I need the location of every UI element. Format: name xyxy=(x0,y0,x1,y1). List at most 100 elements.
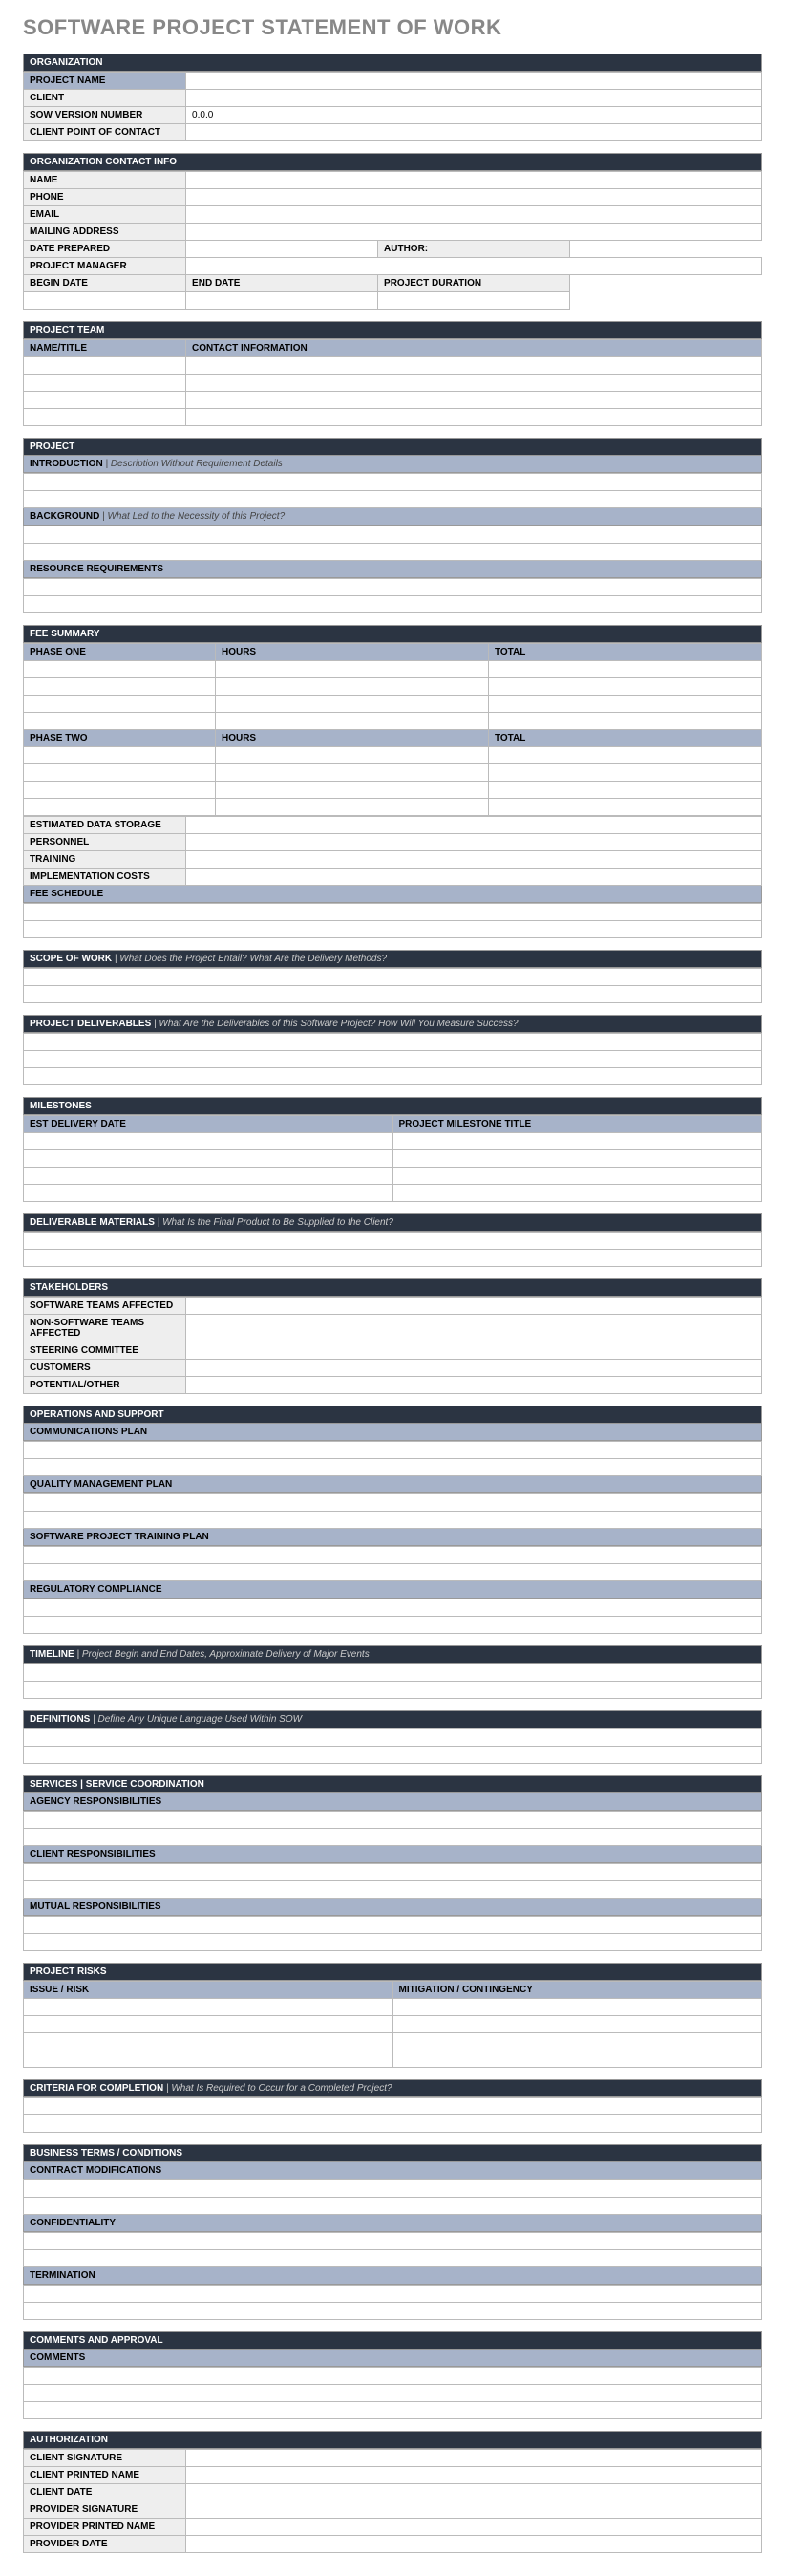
mutual-cell[interactable] xyxy=(24,1917,762,1934)
deliv-cell[interactable] xyxy=(24,1068,762,1085)
comments-cell[interactable] xyxy=(24,2368,762,2385)
fee-cell[interactable] xyxy=(215,661,488,678)
value-software-teams[interactable] xyxy=(186,1298,762,1315)
team-cell[interactable] xyxy=(24,375,186,392)
team-cell[interactable] xyxy=(186,409,762,426)
value-training[interactable] xyxy=(186,851,762,869)
fee-cell[interactable] xyxy=(488,696,761,713)
comments-cell[interactable] xyxy=(24,2402,762,2419)
value-mailing[interactable] xyxy=(186,224,762,241)
deliv-cell[interactable] xyxy=(24,1051,762,1068)
timeline-cell[interactable] xyxy=(24,1682,762,1699)
fee-cell[interactable] xyxy=(488,678,761,696)
fee-cell[interactable] xyxy=(215,799,488,816)
risk-cell[interactable] xyxy=(392,2050,762,2068)
quality-cell[interactable] xyxy=(24,1494,762,1512)
value-potential[interactable] xyxy=(186,1377,762,1394)
timeline-cell[interactable] xyxy=(24,1664,762,1682)
resource-cell[interactable] xyxy=(24,579,762,596)
milestone-cell[interactable] xyxy=(24,1168,393,1185)
value-client[interactable] xyxy=(186,90,762,107)
regulatory-cell[interactable] xyxy=(24,1599,762,1617)
fee-cell[interactable] xyxy=(488,661,761,678)
fee-schedule-cell[interactable] xyxy=(24,904,762,921)
value-date-prepared[interactable] xyxy=(186,241,378,258)
fee-cell[interactable] xyxy=(215,696,488,713)
fee-cell[interactable] xyxy=(215,713,488,730)
value-client-poc[interactable] xyxy=(186,124,762,141)
milestone-cell[interactable] xyxy=(24,1185,393,1202)
value-pm[interactable] xyxy=(186,258,762,275)
background-cell[interactable] xyxy=(24,544,762,561)
milestone-cell[interactable] xyxy=(392,1185,762,1202)
criteria-cell[interactable] xyxy=(24,2115,762,2133)
team-cell[interactable] xyxy=(24,409,186,426)
training-cell[interactable] xyxy=(24,1564,762,1581)
fee-cell[interactable] xyxy=(488,799,761,816)
regulatory-cell[interactable] xyxy=(24,1617,762,1634)
value-sow-version[interactable]: 0.0.0 xyxy=(186,107,762,124)
value-est-storage[interactable] xyxy=(186,817,762,834)
deliv-cell[interactable] xyxy=(24,1034,762,1051)
milestone-cell[interactable] xyxy=(392,1150,762,1168)
value-client-printed[interactable] xyxy=(186,2467,762,2484)
value-client-sig[interactable] xyxy=(186,2450,762,2467)
intro-cell[interactable] xyxy=(24,491,762,508)
mutual-cell[interactable] xyxy=(24,1934,762,1951)
comm-cell[interactable] xyxy=(24,1459,762,1476)
team-cell[interactable] xyxy=(186,357,762,375)
risk-cell[interactable] xyxy=(24,1999,393,2016)
contract-cell[interactable] xyxy=(24,2198,762,2215)
value-end-date[interactable] xyxy=(186,292,378,310)
comments-cell[interactable] xyxy=(24,2385,762,2402)
value-personnel[interactable] xyxy=(186,834,762,851)
risk-cell[interactable] xyxy=(24,2050,393,2068)
fee-cell[interactable] xyxy=(215,782,488,799)
client-resp-cell[interactable] xyxy=(24,1881,762,1899)
background-cell[interactable] xyxy=(24,526,762,544)
fee-cell[interactable] xyxy=(24,661,216,678)
dm-cell[interactable] xyxy=(24,1250,762,1267)
contract-cell[interactable] xyxy=(24,2180,762,2198)
fee-cell[interactable] xyxy=(488,764,761,782)
risk-cell[interactable] xyxy=(24,2016,393,2033)
term-cell[interactable] xyxy=(24,2303,762,2320)
milestone-cell[interactable] xyxy=(392,1133,762,1150)
quality-cell[interactable] xyxy=(24,1512,762,1529)
scope-cell[interactable] xyxy=(24,986,762,1003)
conf-cell[interactable] xyxy=(24,2250,762,2267)
comm-cell[interactable] xyxy=(24,1442,762,1459)
criteria-cell[interactable] xyxy=(24,2098,762,2115)
value-email[interactable] xyxy=(186,206,762,224)
value-nonsoftware-teams[interactable] xyxy=(186,1315,762,1342)
fee-cell[interactable] xyxy=(24,696,216,713)
fee-cell[interactable] xyxy=(488,782,761,799)
team-cell[interactable] xyxy=(24,357,186,375)
dm-cell[interactable] xyxy=(24,1233,762,1250)
risk-cell[interactable] xyxy=(392,2016,762,2033)
fee-schedule-cell[interactable] xyxy=(24,921,762,938)
team-cell[interactable] xyxy=(186,392,762,409)
intro-cell[interactable] xyxy=(24,474,762,491)
team-cell[interactable] xyxy=(24,392,186,409)
risk-cell[interactable] xyxy=(392,1999,762,2016)
fee-cell[interactable] xyxy=(488,747,761,764)
fee-cell[interactable] xyxy=(215,747,488,764)
team-cell[interactable] xyxy=(186,375,762,392)
fee-cell[interactable] xyxy=(215,678,488,696)
conf-cell[interactable] xyxy=(24,2233,762,2250)
value-begin-date[interactable] xyxy=(24,292,186,310)
value-impl-costs[interactable] xyxy=(186,869,762,886)
risk-cell[interactable] xyxy=(392,2033,762,2050)
value-project-name[interactable] xyxy=(186,73,762,90)
fee-cell[interactable] xyxy=(24,782,216,799)
value-steering[interactable] xyxy=(186,1342,762,1360)
fee-cell[interactable] xyxy=(24,799,216,816)
value-provider-printed[interactable] xyxy=(186,2519,762,2536)
fee-cell[interactable] xyxy=(215,764,488,782)
value-duration[interactable] xyxy=(378,292,570,310)
agency-cell[interactable] xyxy=(24,1829,762,1846)
fee-cell[interactable] xyxy=(24,678,216,696)
value-phone[interactable] xyxy=(186,189,762,206)
value-provider-sig[interactable] xyxy=(186,2501,762,2519)
